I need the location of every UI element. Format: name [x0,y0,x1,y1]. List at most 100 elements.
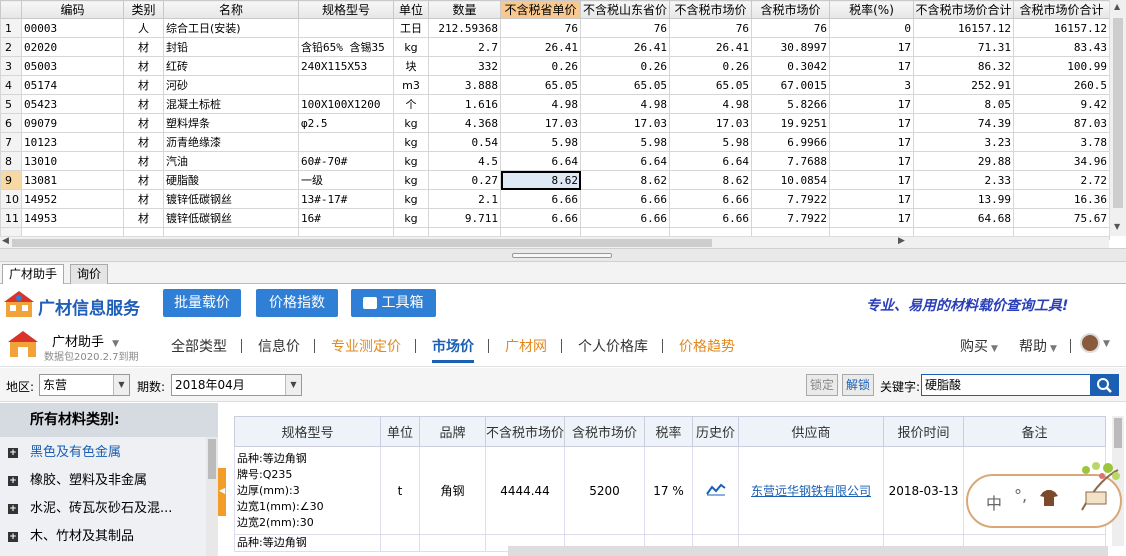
cell-type[interactable]: 材 [123,56,164,76]
cell-market-total[interactable]: 8.05 [913,94,1014,114]
cell-market-total[interactable]: 252.91 [913,75,1014,95]
cell-market-total-tax[interactable]: 260.5 [1013,75,1110,95]
cell-spec[interactable]: 240X115X53 [298,56,394,76]
cell-qty[interactable]: 0.54 [428,132,501,152]
cell-market-total[interactable]: 74.39 [913,113,1014,133]
cell-market-total[interactable]: 13.99 [913,189,1014,209]
tab-inquiry[interactable]: 询价 [70,264,109,284]
category-item[interactable]: + 水泥、砖瓦灰砂石及混... [0,495,206,523]
grid-header-corner[interactable] [0,0,22,19]
lock-button[interactable]: 锁定 [806,374,839,396]
grid-row[interactable]: 5 05423 材混凝土标桩 100X100X1200 个 1.616 4.98 4.98 4.… [0,94,1110,114]
cell-code[interactable]: 05423 [21,94,124,114]
cell-market-total-tax[interactable]: 87.03 [1013,113,1110,133]
cell-type[interactable]: 材 [123,208,164,228]
cell-market-price-tax[interactable]: 30.8997 [751,37,830,57]
grid-header-tax-rate[interactable]: 税率(%) [829,0,914,19]
grid-header-market-price-tax[interactable]: 含税市场价 [751,0,830,19]
cell-spec[interactable] [298,18,394,38]
cell-market-total[interactable]: 3.23 [913,132,1014,152]
grid-header-unit[interactable]: 单位 [393,0,429,19]
cell-code[interactable]: 00003 [21,18,124,38]
grid-header-type[interactable]: 类别 [123,0,164,19]
cell-type[interactable]: 材 [123,132,164,152]
cell-tax-rate[interactable]: 17 [829,132,914,152]
expand-icon[interactable]: + [8,504,18,514]
cell-province-price[interactable]: 0.26 [500,56,581,76]
scroll-left-icon[interactable]: ◀ [2,236,9,246]
cell-shandong-price[interactable]: 26.41 [580,37,670,57]
cell-market-total-tax[interactable]: 16.36 [1013,189,1110,209]
nav-guangcai-web[interactable]: 广材网 [505,336,547,356]
cell-unit[interactable]: kg [393,37,429,57]
row-number[interactable]: 11 [0,208,22,228]
cell-market-price-tax[interactable]: 0.3042 [751,56,830,76]
cell-tax-rate[interactable]: 3 [829,75,914,95]
cell-code[interactable]: 14952 [21,189,124,209]
grid-header-name[interactable]: 名称 [163,0,299,19]
cell-spec[interactable]: φ2.5 [298,113,394,133]
cell-province-price[interactable]: 8.62 [500,170,581,190]
cell-spec[interactable]: 60#-70# [298,151,394,171]
cell-shandong-price[interactable]: 4.98 [580,94,670,114]
cell-market-total-tax[interactable]: 83.43 [1013,37,1110,57]
cell-market-total-tax[interactable]: 100.99 [1013,56,1110,76]
trend-chart-icon[interactable] [705,482,726,496]
cell-province-price[interactable]: 65.05 [500,75,581,95]
scroll-down-icon[interactable]: ▼ [1114,222,1120,231]
row-number[interactable]: 10 [0,189,22,209]
cell-province-price[interactable]: 6.66 [500,208,581,228]
cell-market-total-tax[interactable]: 75.67 [1013,208,1110,228]
scroll-right-icon[interactable]: ▶ [898,236,905,246]
cell-unit[interactable]: kg [393,151,429,171]
cell-code[interactable]: 13010 [21,151,124,171]
cell-code[interactable]: 05174 [21,75,124,95]
cell-market-price-tax[interactable]: 67.0015 [751,75,830,95]
cell-type[interactable]: 材 [123,94,164,114]
category-scrollbar[interactable] [206,437,218,556]
chat-widget[interactable]: 中 °, [966,462,1122,528]
cell-market-total[interactable]: 71.31 [913,37,1014,57]
region-select[interactable]: 东营 ▼ [39,374,130,396]
cell-name[interactable]: 塑料焊条 [163,113,299,133]
cell-tax-rate[interactable]: 17 [829,170,914,190]
cell-tax-rate[interactable]: 17 [829,94,914,114]
cell-unit[interactable]: m3 [393,75,429,95]
cell-province-price[interactable]: 6.64 [500,151,581,171]
cell-code[interactable]: 14953 [21,208,124,228]
unlock-button[interactable]: 解锁 [842,374,875,396]
grid-row[interactable]: 7 10123 材沥青绝缘漆 kg 0.54 5.98 5.98 5.98 6.9966 17 3.… [0,132,1110,152]
cell-province-price[interactable]: 5.98 [500,132,581,152]
expand-icon[interactable]: + [8,448,18,458]
cell-unit[interactable]: 块 [393,56,429,76]
cell-province-price[interactable]: 76 [500,18,581,38]
grid-horizontal-scroll-thumb[interactable] [12,239,712,247]
grid-row[interactable]: 6 09079 材塑料焊条 φ2.5 kg 4.368 17.03 17.03 17.03 19.… [0,113,1110,133]
cell-type[interactable]: 材 [123,189,164,209]
cell-code[interactable]: 02020 [21,37,124,57]
cell-name[interactable]: 河砂 [163,75,299,95]
cell-tax-rate[interactable]: 17 [829,208,914,228]
batch-load-price-button[interactable]: 批量载价 [163,289,241,317]
cell-type[interactable]: 材 [123,75,164,95]
pane-splitter[interactable] [0,248,1126,262]
grid-row[interactable]: 1 00003 人综合工日(安装) 工日 212.59368 76 76 76 76 0 16157… [0,18,1110,38]
cell-province-price[interactable]: 4.98 [500,94,581,114]
cell-shandong-price[interactable]: 17.03 [580,113,670,133]
cell-type[interactable]: 材 [123,113,164,133]
cell-tax-rate[interactable]: 0 [829,18,914,38]
cell-market-price[interactable]: 0.26 [669,56,752,76]
grid-header-qty[interactable]: 数量 [428,0,501,19]
cell-tax-rate[interactable]: 17 [829,56,914,76]
result-history[interactable] [692,446,740,535]
nav-personal-price-lib[interactable]: 个人价格库 [578,336,648,356]
category-item[interactable]: + 木、竹材及其制品 [0,523,206,551]
grid-row[interactable]: 2 02020 材封铅 含铅65% 含锡35 kg 2.7 26.41 26.41 26.41 3… [0,37,1110,57]
cell-market-total[interactable]: 29.88 [913,151,1014,171]
cell-shandong-price[interactable]: 5.98 [580,132,670,152]
cell-market-price[interactable]: 6.66 [669,208,752,228]
cell-market-price[interactable]: 6.66 [669,189,752,209]
row-number[interactable]: 8 [0,151,22,171]
cell-market-price-tax[interactable]: 19.9251 [751,113,830,133]
category-item[interactable]: + 黑色及有色金属 [0,439,206,467]
